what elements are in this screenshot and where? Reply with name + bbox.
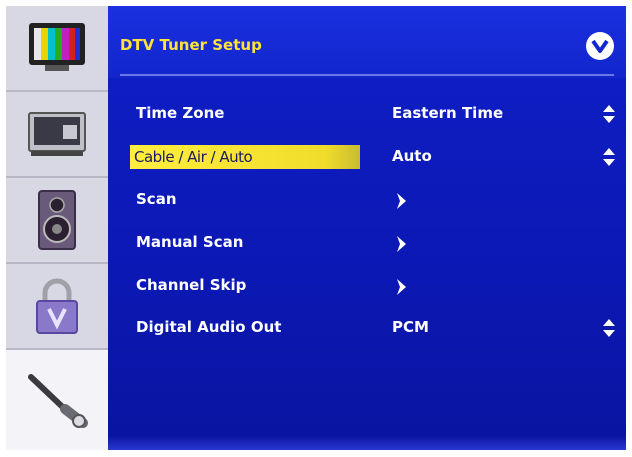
up-down-arrow-icon[interactable] — [602, 147, 616, 167]
vizio-v-logo-icon — [586, 32, 614, 60]
menu-item-label: Time Zone — [136, 104, 225, 122]
chevron-right-icon[interactable] — [395, 235, 407, 253]
menu-item-label: Scan — [136, 190, 177, 208]
chevron-right-icon[interactable] — [395, 278, 407, 296]
chevron-right-icon[interactable] — [395, 192, 407, 210]
menu-item-value: Auto — [392, 147, 432, 165]
settings-panel: DTV Tuner Setup Time Zone Eastern Time C… — [108, 6, 626, 450]
sidebar — [6, 6, 108, 450]
bottom-bar — [108, 436, 626, 450]
menu-item-label: Manual Scan — [136, 233, 244, 251]
menu-item-label: Digital Audio Out — [136, 318, 282, 336]
wrench-icon — [28, 374, 88, 428]
menu-item-value: PCM — [392, 318, 429, 336]
title-bar: DTV Tuner Setup — [108, 6, 626, 78]
up-down-arrow-icon[interactable] — [602, 318, 616, 338]
menu-item-scan[interactable]: Scan — [108, 186, 626, 216]
sidebar-item-setup[interactable] — [6, 350, 108, 450]
monitor-input-icon — [28, 112, 86, 156]
menu-item-label: Channel Skip — [136, 276, 247, 294]
title-divider — [120, 74, 614, 76]
page-title: DTV Tuner Setup — [120, 36, 262, 54]
speaker-icon — [38, 190, 76, 250]
sidebar-item-parental[interactable] — [6, 264, 108, 350]
up-down-arrow-icon[interactable] — [602, 104, 616, 124]
menu-item-label: Cable / Air / Auto — [134, 148, 253, 166]
menu-item-digital-audio-out[interactable]: Digital Audio Out PCM — [108, 314, 626, 344]
menu-item-value: Eastern Time — [392, 104, 504, 122]
menu-item-cable-air-auto[interactable]: Cable / Air / Auto Auto — [108, 143, 626, 173]
sidebar-item-audio[interactable] — [6, 178, 108, 264]
menu-item-channel-skip[interactable]: Channel Skip — [108, 272, 626, 302]
padlock-icon — [36, 278, 78, 334]
menu-item-manual-scan[interactable]: Manual Scan — [108, 229, 626, 259]
sidebar-item-input[interactable] — [6, 92, 108, 178]
color-bars-tv-icon — [29, 23, 85, 71]
osd-screen: DTV Tuner Setup Time Zone Eastern Time C… — [6, 6, 626, 450]
menu-item-time-zone[interactable]: Time Zone Eastern Time — [108, 100, 626, 130]
sidebar-item-picture[interactable] — [6, 6, 108, 92]
